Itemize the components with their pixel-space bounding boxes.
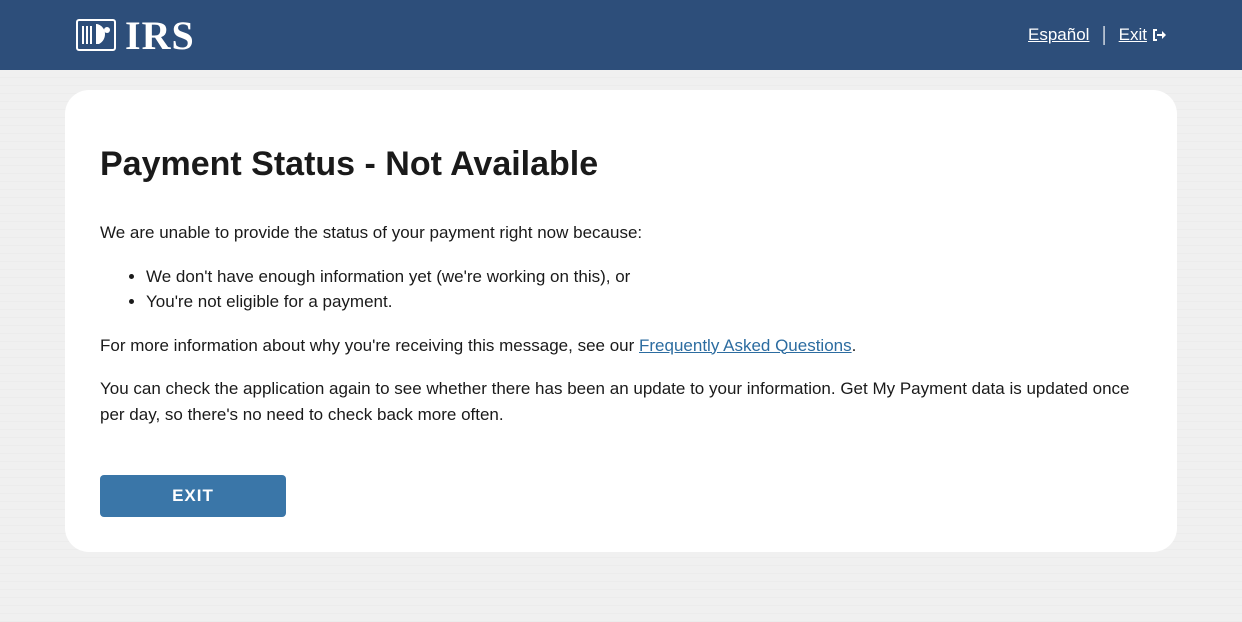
link-divider: | — [1101, 24, 1106, 47]
irs-logo: IRS — [75, 12, 195, 59]
signout-icon — [1151, 27, 1167, 43]
faq-paragraph: For more information about why you're re… — [100, 333, 1142, 359]
reason-list: We don't have enough information yet (we… — [100, 264, 1142, 315]
exit-link[interactable]: Exit — [1119, 25, 1167, 45]
header: IRS Español | Exit — [0, 0, 1242, 70]
faq-prefix: For more information about why you're re… — [100, 336, 639, 355]
list-item: We don't have enough information yet (we… — [146, 264, 1142, 290]
list-item: You're not eligible for a payment. — [146, 289, 1142, 315]
irs-eagle-icon — [75, 14, 117, 56]
faq-suffix: . — [852, 336, 857, 355]
exit-button[interactable]: EXIT — [100, 475, 286, 517]
header-links: Español | Exit — [1028, 24, 1167, 47]
update-note: You can check the application again to s… — [100, 376, 1142, 427]
irs-brand-text: IRS — [125, 12, 195, 59]
intro-text: We are unable to provide the status of y… — [100, 220, 1142, 246]
content-card: Payment Status - Not Available We are un… — [65, 90, 1177, 552]
page-title: Payment Status - Not Available — [100, 145, 1142, 184]
faq-link[interactable]: Frequently Asked Questions — [639, 336, 852, 355]
language-link[interactable]: Español — [1028, 25, 1089, 45]
exit-link-label: Exit — [1119, 25, 1147, 45]
